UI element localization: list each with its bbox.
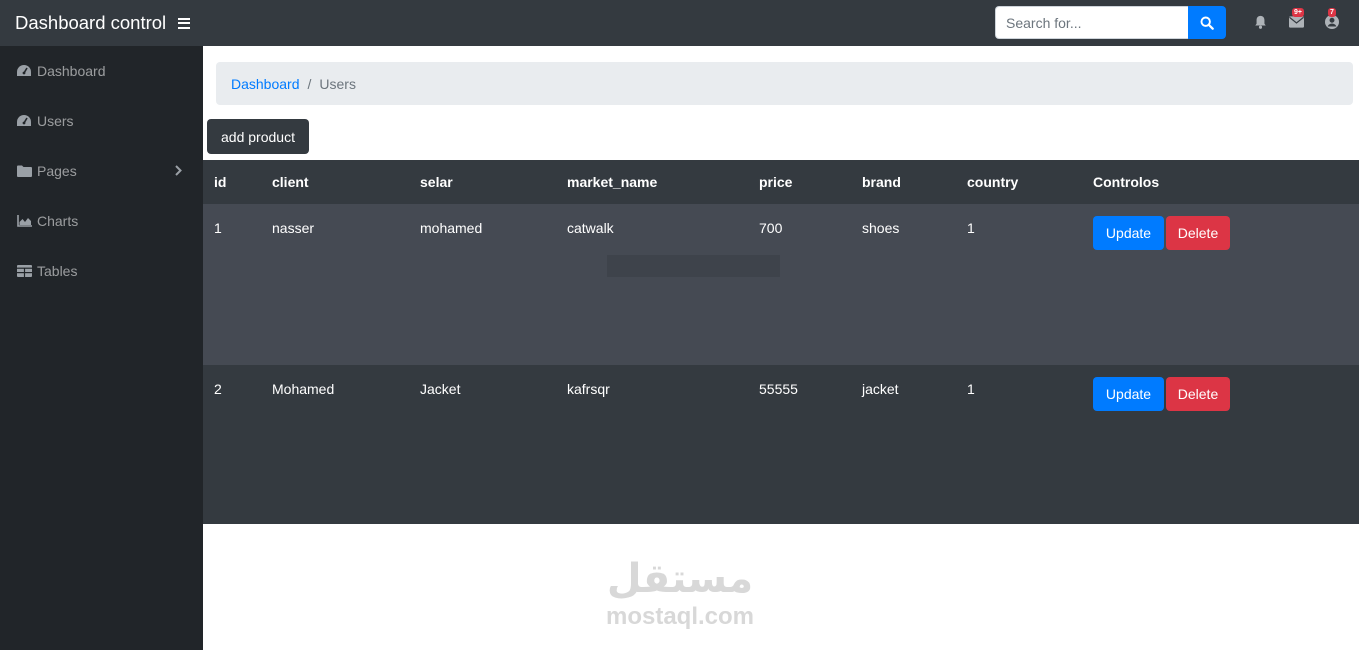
messages-button[interactable]: 9+ <box>1286 8 1306 34</box>
add-product-button[interactable]: add product <box>207 119 309 154</box>
cell-country: 1 <box>967 220 975 236</box>
area-chart-icon <box>16 214 32 228</box>
watermark-logo: مستقل mostaql.com <box>595 555 765 640</box>
table-row: 2 Mohamed Jacket kafrsqr 55555 jacket 1 … <box>203 365 1359 524</box>
products-table-container: id client selar market_name price brand … <box>203 160 1359 524</box>
folder-icon <box>16 164 32 178</box>
sidebar-item-label: Dashboard <box>37 63 106 79</box>
cell-id: 2 <box>214 381 222 397</box>
breadcrumb-current: Users <box>319 75 356 92</box>
cell-market-name: catwalk <box>567 220 614 236</box>
table-icon <box>16 264 32 278</box>
column-header-country: country <box>967 174 1019 190</box>
cell-id: 1 <box>214 220 222 236</box>
faded-overlay-box <box>607 255 780 277</box>
sidebar-item-tables[interactable]: Tables <box>0 246 203 296</box>
column-header-id: id <box>214 174 227 190</box>
cell-client: Mohamed <box>272 381 335 397</box>
bell-icon <box>1254 15 1266 29</box>
sidebar-item-label: Users <box>37 113 74 129</box>
cell-selar: mohamed <box>420 220 483 236</box>
products-table: id client selar market_name price brand … <box>203 160 1359 524</box>
delete-button[interactable]: Delete <box>1166 377 1230 411</box>
user-menu-button[interactable]: 7 <box>1322 8 1342 34</box>
delete-button[interactable]: Delete <box>1166 216 1230 250</box>
sidebar-item-charts[interactable]: Charts <box>0 196 203 246</box>
column-header-brand: brand <box>862 174 901 190</box>
column-header-client: client <box>272 174 309 190</box>
user-badge: 7 <box>1328 8 1336 17</box>
notifications-button[interactable] <box>1250 10 1270 34</box>
column-header-price: price <box>759 174 793 190</box>
chevron-right-icon <box>175 165 182 176</box>
sidebar-item-label: Charts <box>37 213 79 229</box>
search-icon <box>1200 16 1214 30</box>
column-header-selar: selar <box>420 174 453 190</box>
watermark-latin: mostaql.com <box>605 603 755 630</box>
cell-controls: Update Delete <box>1082 365 1359 524</box>
menu-toggle-icon[interactable] <box>178 17 191 29</box>
search-input[interactable] <box>995 6 1188 39</box>
table-row: 1 nasser mohamed catwalk 700 shoes 1 Upd… <box>203 204 1359 365</box>
sidebar-item-pages[interactable]: Pages <box>0 146 203 196</box>
cell-market-name: kafrsqr <box>567 381 610 397</box>
update-button[interactable]: Update <box>1093 216 1164 250</box>
column-header-market-name: market_name <box>567 174 658 190</box>
cell-controls: Update Delete <box>1082 204 1359 365</box>
cell-price: 55555 <box>759 381 798 397</box>
sidebar-item-label: Tables <box>37 263 78 279</box>
envelope-icon <box>1288 16 1304 28</box>
sidebar-item-label: Pages <box>37 163 77 179</box>
table-header-row: id client selar market_name price brand … <box>203 160 1359 204</box>
watermark-arabic: مستقل <box>606 556 754 602</box>
tachometer-icon <box>16 114 32 128</box>
cell-selar: Jacket <box>420 381 461 397</box>
sidebar-item-dashboard[interactable]: Dashboard <box>0 46 203 96</box>
brand-title[interactable]: Dashboard control <box>15 12 166 34</box>
sidebar: Dashboard Users Pages Charts Tables <box>0 46 203 650</box>
column-header-controls: Controlos <box>1093 174 1160 190</box>
sidebar-item-users[interactable]: Users <box>0 96 203 146</box>
breadcrumb: Dashboard / Users <box>216 62 1353 105</box>
cell-brand: shoes <box>862 220 900 236</box>
nav-icons: 9+ 7 <box>1250 8 1342 34</box>
cell-price: 700 <box>759 220 783 236</box>
messages-badge: 9+ <box>1292 8 1304 17</box>
search-button[interactable] <box>1188 6 1226 39</box>
breadcrumb-separator: / <box>307 75 312 92</box>
update-button[interactable]: Update <box>1093 377 1164 411</box>
user-circle-icon <box>1325 15 1339 29</box>
top-navbar: Dashboard control 9+ <box>0 0 1359 46</box>
breadcrumb-link-dashboard[interactable]: Dashboard <box>231 76 300 92</box>
cell-client: nasser <box>272 220 315 236</box>
tachometer-icon <box>16 64 32 78</box>
brand[interactable]: Dashboard control <box>15 12 191 34</box>
search-form <box>995 6 1226 39</box>
cell-brand: jacket <box>862 381 899 397</box>
cell-country: 1 <box>967 381 975 397</box>
